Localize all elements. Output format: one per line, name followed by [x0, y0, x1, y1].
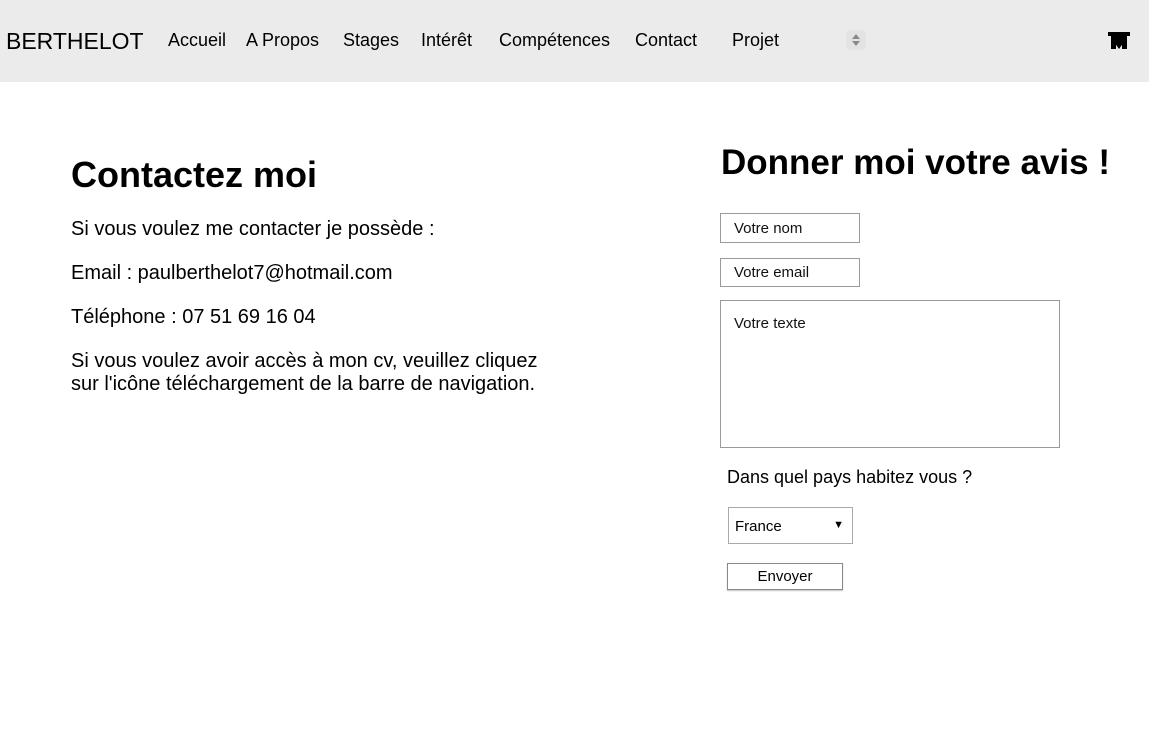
nav-item-a-propos[interactable]: A Propos [246, 30, 319, 50]
send-button[interactable]: Envoyer [727, 563, 843, 590]
contact-intro: Si vous voulez me contacter je possède : [71, 218, 435, 240]
nav-item-accueil[interactable]: Accueil [168, 30, 226, 50]
country-select[interactable]: France ▼ [728, 507, 853, 544]
download-icon[interactable] [1106, 29, 1132, 51]
contact-email: Email : paulberthelot7@hotmail.com [71, 262, 393, 284]
chevron-down-icon: ▼ [833, 519, 844, 531]
nav-item-competences[interactable]: Compétences [499, 30, 610, 50]
message-textarea[interactable] [720, 300, 1060, 448]
contact-phone: Téléphone : 07 51 69 16 04 [71, 306, 316, 328]
nav-item-stages[interactable]: Stages [343, 30, 399, 50]
nav-item-projet[interactable]: Projet [732, 30, 779, 50]
name-input[interactable] [720, 213, 860, 243]
navbar: BERTHELOT Accueil A Propos Stages Intérê… [0, 0, 1149, 82]
sort-icon[interactable] [846, 30, 866, 50]
brand-logo[interactable]: BERTHELOT [6, 27, 144, 55]
country-selected-value: France [735, 518, 782, 535]
contact-cv-note: Si vous voulez avoir accès à mon cv, veu… [71, 350, 538, 395]
nav-item-contact[interactable]: Contact [635, 30, 697, 50]
nav-item-interet[interactable]: Intérêt [421, 30, 472, 50]
contact-title: Contactez moi [71, 154, 318, 195]
email-input[interactable] [720, 258, 860, 287]
country-question-label: Dans quel pays habitez vous ? [727, 467, 973, 487]
feedback-form-title: Donner moi votre avis ! [721, 143, 1110, 182]
